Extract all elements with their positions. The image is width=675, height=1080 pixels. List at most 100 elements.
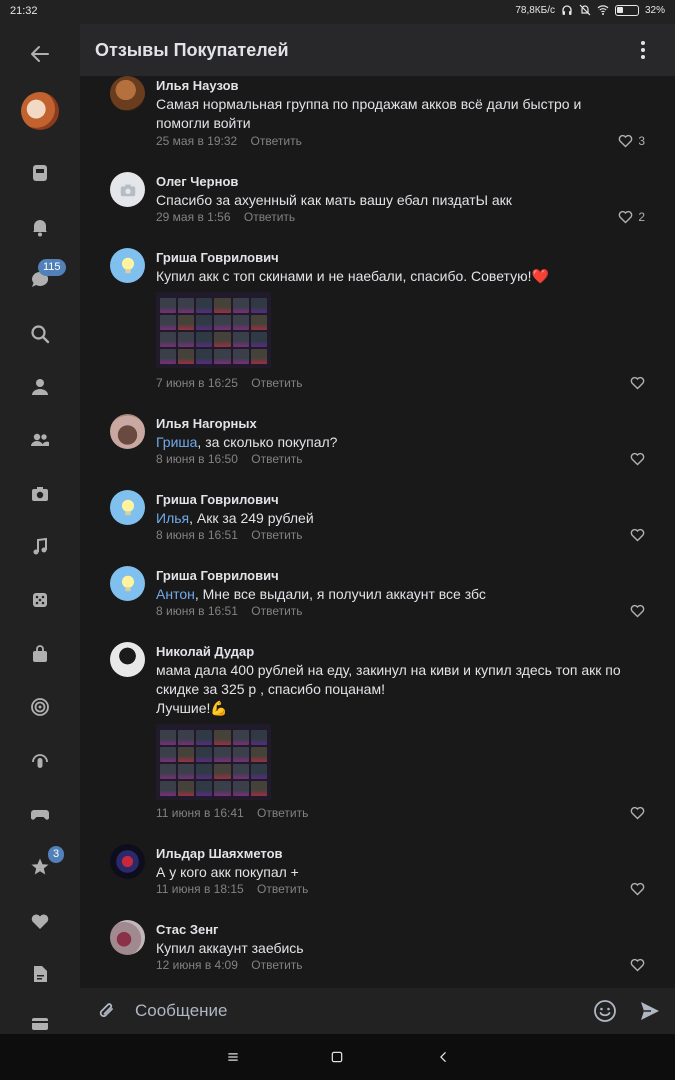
attached-photo[interactable] xyxy=(156,292,271,368)
back-chevron-icon xyxy=(440,1051,446,1063)
status-time: 21:32 xyxy=(10,5,38,17)
heart-outline-icon xyxy=(630,452,645,466)
back-button[interactable] xyxy=(20,34,60,74)
like-button[interactable] xyxy=(630,958,645,972)
mention-link[interactable]: Гриша xyxy=(156,434,197,450)
comment-author[interactable]: Гриша Говрилович xyxy=(156,568,279,583)
comment-text: Гриша, за сколько покупал? xyxy=(156,433,626,452)
comment-author[interactable]: Гриша Говрилович xyxy=(156,492,279,507)
heart-outline-icon xyxy=(619,210,633,224)
mention-link[interactable]: Антон xyxy=(156,586,195,602)
sidebar-item-voice[interactable] xyxy=(20,741,60,781)
like-button[interactable] xyxy=(630,452,645,466)
comment-meta: 7 июня в 16:25 Ответить xyxy=(156,376,303,390)
like-button[interactable] xyxy=(630,882,645,896)
music-icon xyxy=(33,537,47,555)
reply-button[interactable]: Ответить xyxy=(251,958,302,972)
sidebar-item-documents[interactable] xyxy=(20,954,60,994)
reply-button[interactable]: Ответить xyxy=(251,452,302,466)
comment-date: 11 июня в 16:41 xyxy=(156,806,244,820)
attached-photo[interactable] xyxy=(156,724,271,800)
comment-item: Гриша Говрилович Купил акк с топ скинами… xyxy=(80,248,675,396)
like-button[interactable]: 2 xyxy=(618,210,645,224)
comment-date: 8 июня в 16:51 xyxy=(156,604,238,618)
send-icon[interactable] xyxy=(638,999,662,1023)
mention-link[interactable]: Илья xyxy=(156,510,189,526)
comment-text-line2: Лучшие!💪 xyxy=(156,700,228,716)
heart-outline-icon xyxy=(630,882,645,896)
like-button[interactable] xyxy=(630,376,645,390)
comment-author[interactable]: Олег Чернов xyxy=(156,174,238,189)
messages-badge: 115 xyxy=(38,259,66,276)
more-options-button[interactable] xyxy=(633,38,653,62)
comment-meta: 11 июня в 18:15 Ответить xyxy=(156,882,308,896)
sidebar-item-notifications[interactable] xyxy=(20,207,60,247)
sidebar-item-services[interactable] xyxy=(20,580,60,620)
home-nav-button[interactable] xyxy=(328,1048,346,1066)
comment-avatar[interactable] xyxy=(110,566,145,601)
heart-outline-icon xyxy=(630,604,645,618)
comment-author[interactable]: Стас Зенг xyxy=(156,922,218,937)
profile-avatar-button[interactable] xyxy=(20,91,60,131)
avatar xyxy=(21,92,59,130)
comment-author[interactable]: Николай Дудар xyxy=(156,644,254,659)
comment-avatar[interactable] xyxy=(110,490,145,525)
home-square-icon xyxy=(331,1051,343,1063)
photo-inventory-grid xyxy=(156,724,271,800)
battery-level: 32% xyxy=(644,4,665,16)
comment-author[interactable]: Гриша Говрилович xyxy=(156,250,279,265)
comment-author[interactable]: Илья Наузов xyxy=(156,78,239,93)
network-speed: 78,8КБ/с xyxy=(515,4,555,16)
message-composer: Сообщение xyxy=(80,988,675,1034)
comment-avatar[interactable] xyxy=(110,248,145,283)
sidebar-item-podcasts[interactable] xyxy=(20,687,60,727)
reply-button[interactable]: Ответить xyxy=(257,882,308,896)
back-arrow-icon xyxy=(31,46,49,62)
sidebar-item-profile[interactable] xyxy=(20,367,60,407)
sidebar-item-friends[interactable] xyxy=(20,420,60,460)
comment-author[interactable]: Ильдар Шаяхметов xyxy=(156,846,283,861)
comment-text-body: , Мне все выдали, я получил аккаунт все … xyxy=(194,586,486,602)
message-input[interactable]: Сообщение xyxy=(135,1001,228,1021)
sidebar-item-shop[interactable] xyxy=(20,634,60,674)
like-button[interactable]: 3 xyxy=(618,134,645,148)
document-icon xyxy=(34,966,47,982)
sidebar-item-games[interactable] xyxy=(20,794,60,834)
comment-meta: 8 июня в 16:50 Ответить xyxy=(156,452,303,466)
comment-avatar[interactable] xyxy=(110,844,145,879)
like-button[interactable] xyxy=(630,806,645,820)
back-nav-button[interactable] xyxy=(435,1048,453,1066)
reply-button[interactable]: Ответить xyxy=(251,134,302,148)
comment-text: Илья, Акк за 249 рублей xyxy=(156,509,626,528)
sidebar-item-photos[interactable] xyxy=(20,474,60,514)
sidebar-item-news[interactable] xyxy=(20,153,60,193)
sidebar-item-music[interactable] xyxy=(20,527,60,567)
reply-button[interactable]: Ответить xyxy=(251,604,302,618)
like-button[interactable] xyxy=(630,528,645,542)
reply-button[interactable]: Ответить xyxy=(257,806,308,820)
like-button[interactable] xyxy=(630,604,645,618)
sidebar-item-search[interactable] xyxy=(20,314,60,354)
comment-avatar[interactable] xyxy=(110,414,145,449)
attach-icon[interactable] xyxy=(96,1000,118,1022)
reply-button[interactable]: Ответить xyxy=(251,528,302,542)
comment-avatar[interactable] xyxy=(110,172,145,207)
heart-outline-icon xyxy=(630,528,645,542)
reply-button[interactable]: Ответить xyxy=(251,376,302,390)
comment-meta: 11 июня в 16:41 Ответить xyxy=(156,806,308,820)
comment-date: 8 июня в 16:50 xyxy=(156,452,238,466)
comment-date: 7 июня в 16:25 xyxy=(156,376,238,390)
comment-avatar[interactable] xyxy=(110,76,145,111)
comment-meta: 25 мая в 19:32 Ответить xyxy=(156,134,302,148)
photo-inventory-grid xyxy=(156,292,271,368)
comment-author[interactable]: Илья Нагорных xyxy=(156,416,257,431)
emoji-icon[interactable] xyxy=(593,999,617,1023)
sidebar-item-likes[interactable] xyxy=(20,901,60,941)
like-count: 3 xyxy=(638,134,645,148)
comment-avatar[interactable] xyxy=(110,642,145,677)
menu-nav-button[interactable] xyxy=(224,1048,242,1066)
star-icon xyxy=(31,858,49,875)
comment-item: Олег Чернов Спасибо за ахуенный как мать… xyxy=(80,172,675,232)
comment-avatar[interactable] xyxy=(110,920,145,955)
reply-button[interactable]: Ответить xyxy=(244,210,295,224)
